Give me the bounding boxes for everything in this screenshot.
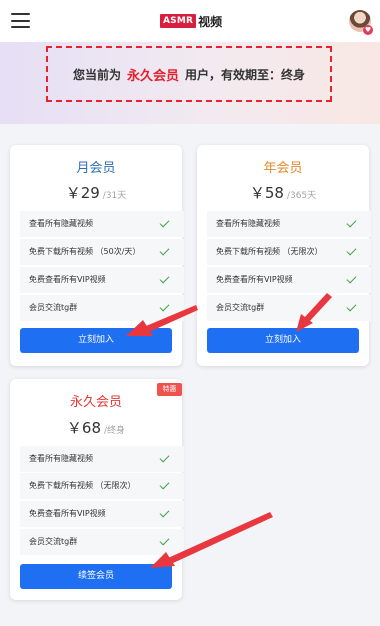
plan-card-monthly: 月会员 ￥29/31天 查看所有隐藏视频 免费下载所有视频 （50次/天） 免费… [10, 145, 184, 366]
plan-title: 月会员 [76, 161, 116, 176]
plan-price: ￥58/365天 [197, 182, 369, 203]
site-logo[interactable]: ASMR 视频 [160, 13, 222, 29]
plan-price: ￥68/终身 [10, 417, 182, 438]
join-now-button[interactable]: 立刻加入 [20, 328, 172, 353]
price-amount: ￥68 [66, 419, 102, 437]
plan-card-lifetime: 特惠 永久会员 ￥68/终身 查看所有隐藏视频 免费下载所有视频 （无限次） 免… [10, 379, 184, 600]
join-now-button[interactable]: 立刻加入 [207, 328, 359, 353]
price-amount: ￥58 [249, 184, 284, 202]
plan-price: ￥29/31天 [10, 182, 182, 203]
notice-prefix: 您当前为 [72, 67, 121, 82]
logo-text: 视频 [198, 14, 223, 29]
heart-icon: ♥ [363, 25, 373, 35]
plan-card-yearly: 年会员 ￥58/365天 查看所有隐藏视频 免费下载所有视频 （无限次） 免费查… [197, 145, 371, 366]
price-period: /31天 [102, 191, 127, 201]
price-period: /365天 [286, 191, 317, 201]
price-period: /终身 [104, 426, 126, 436]
top-bar: ASMR 视频 ♥ [0, 0, 380, 42]
membership-status-notice: 您当前为 永久会员 用户，有效期至：终身 [46, 46, 332, 102]
notice-suffix: 用户，有效期至：终身 [185, 67, 306, 82]
plan-title: 永久会员 [69, 395, 122, 410]
hamburger-menu-icon[interactable] [11, 13, 30, 29]
logo-badge: ASMR [160, 14, 197, 28]
plan-title: 年会员 [263, 161, 303, 176]
notice-tier: 永久会员 [126, 68, 179, 84]
price-amount: ￥29 [65, 184, 100, 202]
renew-membership-button[interactable]: 续签会员 [20, 564, 172, 589]
